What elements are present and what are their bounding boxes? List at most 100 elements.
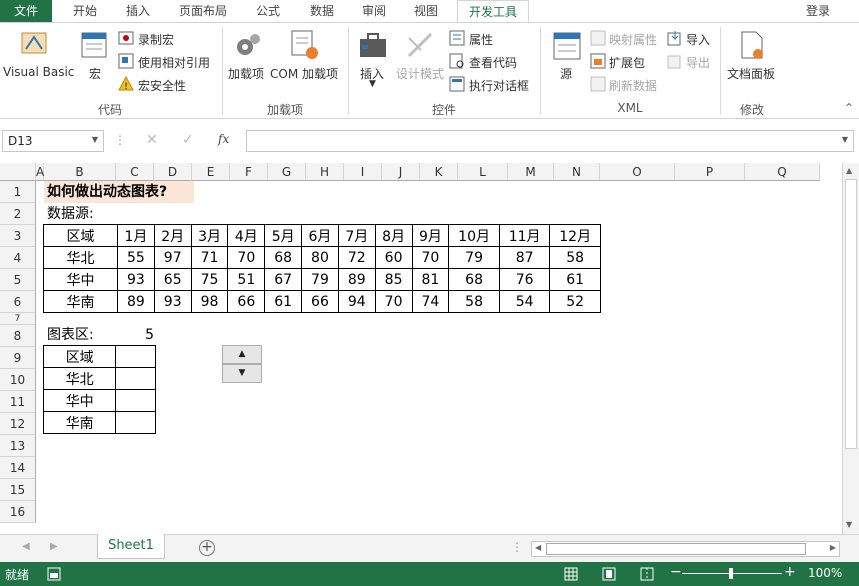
document-panel-button[interactable]: 文档面板 <box>727 65 775 82</box>
table-cell[interactable] <box>115 389 156 412</box>
collapse-ribbon-icon[interactable]: ⌃ <box>844 101 854 115</box>
table-cell[interactable]: 华中 <box>42 389 117 412</box>
table-cell[interactable]: 61 <box>264 290 303 313</box>
row-header-15[interactable]: 15 <box>0 479 36 501</box>
table-cell[interactable]: 华南 <box>42 411 117 434</box>
next-sheet-icon[interactable]: ▶ <box>50 541 58 552</box>
table-cell[interactable]: 华北 <box>42 367 117 390</box>
zoom-slider-thumb[interactable] <box>729 568 733 579</box>
zoom-out-icon[interactable]: − <box>670 564 682 580</box>
column-header-q[interactable]: Q <box>745 163 820 181</box>
table-cell[interactable]: 93 <box>153 290 192 313</box>
scroll-up-icon[interactable]: ▲ <box>846 166 852 175</box>
table-cell[interactable]: 3月 <box>190 224 229 247</box>
record-macro-button[interactable]: 录制宏 <box>138 31 174 48</box>
table-cell[interactable]: 54 <box>498 290 551 313</box>
table-cell[interactable]: 79 <box>448 246 500 269</box>
table-cell[interactable]: 区域 <box>42 345 117 368</box>
table-cell[interactable]: 1月 <box>117 224 155 247</box>
table-cell[interactable]: 66 <box>227 290 266 313</box>
table-cell[interactable]: 70 <box>227 246 266 269</box>
spin-down-button[interactable]: ▼ <box>222 364 262 383</box>
table-cell[interactable]: 68 <box>264 246 303 269</box>
table-cell[interactable] <box>115 345 156 368</box>
name-box[interactable]: D13 ▼ <box>2 130 104 152</box>
run-dialog-button[interactable]: 执行对话框 <box>469 77 529 94</box>
tab-view[interactable]: 视图 <box>404 0 448 22</box>
scroll-left-icon[interactable]: ◀ <box>535 543 541 552</box>
tab-formulas[interactable]: 公式 <box>246 0 290 22</box>
table-cell[interactable]: 98 <box>190 290 229 313</box>
row-header-10[interactable]: 10 <box>0 369 36 391</box>
column-header-o[interactable]: O <box>600 163 675 181</box>
column-header-f[interactable]: F <box>230 163 268 181</box>
cancel-icon[interactable]: ✕ <box>146 132 158 148</box>
table-cell[interactable]: 6月 <box>301 224 339 247</box>
row-header-1[interactable]: 1 <box>0 181 36 203</box>
tab-page-layout[interactable]: 页面布局 <box>172 0 234 22</box>
column-header-a[interactable]: A <box>36 163 44 181</box>
table-cell[interactable]: 11月 <box>498 224 551 247</box>
table-cell[interactable]: 华北 <box>43 246 118 269</box>
table-cell[interactable]: 67 <box>264 268 303 291</box>
refresh-data-button[interactable]: 刷新数据 <box>609 77 657 94</box>
table-cell[interactable]: 58 <box>448 290 500 313</box>
row-header-14[interactable]: 14 <box>0 457 36 479</box>
row-header-16[interactable]: 16 <box>0 501 36 523</box>
table-cell[interactable]: 79 <box>301 268 339 291</box>
macro-security-button[interactable]: 宏安全性 <box>138 77 186 94</box>
com-addins-button[interactable]: COM 加载项 <box>270 65 338 82</box>
table-cell[interactable]: 9月 <box>411 224 450 247</box>
column-header-k[interactable]: K <box>420 163 458 181</box>
table-cell[interactable]: 58 <box>549 246 601 269</box>
export-button[interactable]: 导出 <box>686 54 710 71</box>
table-cell[interactable]: 8月 <box>374 224 413 247</box>
table-cell[interactable]: 华中 <box>43 268 118 291</box>
sheet-tab-sheet1[interactable]: Sheet1 <box>97 534 165 559</box>
view-code-button[interactable]: 查看代码 <box>469 54 517 71</box>
tab-review[interactable]: 审阅 <box>352 0 396 22</box>
column-header-l[interactable]: L <box>458 163 508 181</box>
table-cell[interactable]: 89 <box>337 268 376 291</box>
scroll-right-icon[interactable]: ▶ <box>830 543 836 552</box>
table-cell[interactable]: 65 <box>153 268 192 291</box>
row-header-11[interactable]: 11 <box>0 391 36 413</box>
table-cell[interactable]: 75 <box>190 268 229 291</box>
row-header-9[interactable]: 9 <box>0 347 36 369</box>
design-mode-button[interactable]: 设计模式 <box>396 65 444 82</box>
row-header-5[interactable]: 5 <box>0 269 36 291</box>
table-cell[interactable]: 72 <box>337 246 376 269</box>
table-cell[interactable]: 97 <box>153 246 192 269</box>
page-break-view-icon[interactable] <box>640 567 654 581</box>
chart-area-value[interactable]: 5 <box>116 324 154 346</box>
column-header-n[interactable]: N <box>554 163 600 181</box>
table-cell[interactable]: 4月 <box>227 224 266 247</box>
column-header-i[interactable]: I <box>344 163 382 181</box>
table-cell[interactable]: 区域 <box>43 224 118 247</box>
table-cell[interactable]: 80 <box>301 246 339 269</box>
zoom-level[interactable]: 100% <box>808 566 842 580</box>
table-cell[interactable]: 66 <box>301 290 339 313</box>
row-header-13[interactable]: 13 <box>0 435 36 457</box>
tab-insert[interactable]: 插入 <box>114 0 162 22</box>
prev-sheet-icon[interactable]: ◀ <box>22 541 30 552</box>
column-header-p[interactable]: P <box>675 163 745 181</box>
table-cell[interactable]: 61 <box>549 268 601 291</box>
column-header-h[interactable]: H <box>306 163 344 181</box>
table-cell[interactable]: 2月 <box>153 224 192 247</box>
tab-data[interactable]: 数据 <box>300 0 344 22</box>
table-cell[interactable]: 68 <box>448 268 500 291</box>
column-header-b[interactable]: B <box>44 163 116 181</box>
import-button[interactable]: 导入 <box>686 31 710 48</box>
row-header-12[interactable]: 12 <box>0 413 36 435</box>
horizontal-scrollbar[interactable]: ◀ ▶ <box>531 541 840 557</box>
xml-source-button[interactable]: 源 <box>560 65 572 82</box>
table-cell[interactable]: 60 <box>374 246 413 269</box>
table-cell[interactable]: 89 <box>117 290 155 313</box>
row-header-2[interactable]: 2 <box>0 203 36 225</box>
tab-developer[interactable]: 开发工具 <box>457 0 529 23</box>
table-cell[interactable]: 85 <box>374 268 413 291</box>
scroll-down-icon[interactable]: ▼ <box>846 520 852 529</box>
table-cell[interactable] <box>115 411 156 434</box>
column-header-d[interactable]: D <box>154 163 192 181</box>
